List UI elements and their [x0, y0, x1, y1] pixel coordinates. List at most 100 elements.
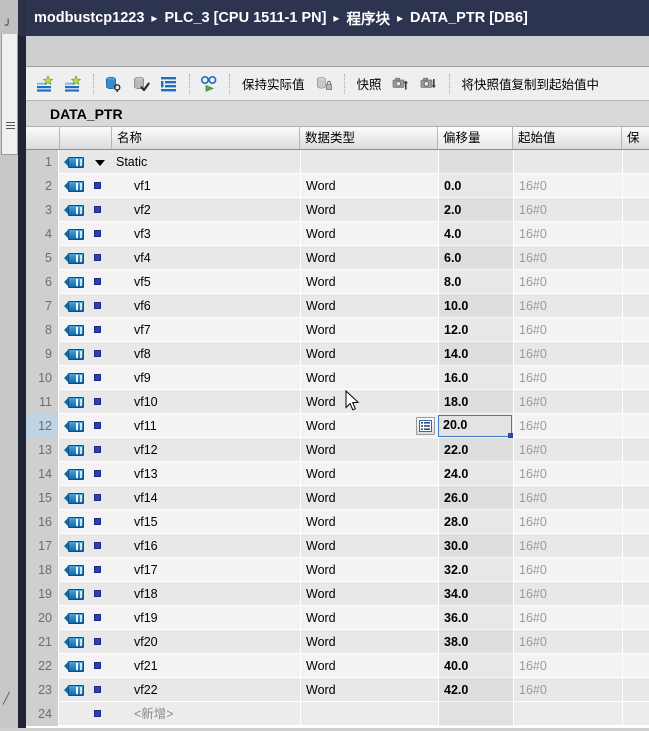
cell-startvalue[interactable]: 16#0 — [513, 534, 622, 558]
cell-offset[interactable]: 42.0 — [438, 678, 513, 702]
cell-name[interactable]: vf5 — [112, 270, 300, 294]
cell-retain[interactable] — [622, 678, 649, 702]
cell-offset[interactable]: 22.0 — [438, 438, 513, 462]
cell-datatype[interactable]: Word — [300, 654, 438, 678]
row-number[interactable]: 14 — [26, 462, 59, 486]
cell-retain[interactable] — [622, 414, 649, 438]
variable-table-body[interactable]: 1 Static 2 vf1 Word 0.0 16#0 3 vf2 Word 2.0 16#0 4 vf… — [26, 150, 649, 731]
download-to-device-button[interactable] — [100, 71, 126, 97]
cell-offset[interactable]: 10.0 — [438, 294, 513, 318]
cell-retain[interactable] — [622, 486, 649, 510]
cell-retain[interactable] — [622, 582, 649, 606]
snapshot-download-button[interactable] — [416, 71, 442, 97]
row-number[interactable]: 11 — [26, 390, 59, 414]
row-number[interactable]: 2 — [26, 174, 59, 198]
cell-offset[interactable]: 36.0 — [438, 606, 513, 630]
breadcrumb-item-db[interactable]: DATA_PTR [DB6] — [410, 10, 528, 26]
cell-offset[interactable]: 18.0 — [438, 390, 513, 414]
row-number[interactable]: 22 — [26, 654, 59, 678]
cell-offset[interactable]: 32.0 — [438, 558, 513, 582]
cell-startvalue[interactable]: 16#0 — [513, 678, 622, 702]
row-number[interactable]: 5 — [26, 246, 59, 270]
insert-row-below-button[interactable] — [60, 71, 86, 97]
table-row[interactable]: 12 vf11 Word 16#0 20.0 — [26, 414, 649, 438]
row-number[interactable]: 7 — [26, 294, 59, 318]
cell-name[interactable]: Static — [112, 150, 300, 174]
table-row[interactable]: 2 vf1 Word 0.0 16#0 — [26, 174, 649, 198]
cell-datatype[interactable]: Word — [300, 438, 438, 462]
cell-name[interactable]: vf20 — [112, 630, 300, 654]
cell-retain[interactable] — [622, 150, 649, 174]
row-number[interactable]: 3 — [26, 198, 59, 222]
cell-retain[interactable] — [622, 198, 649, 222]
cell-retain[interactable] — [622, 294, 649, 318]
cell-offset[interactable]: 38.0 — [438, 630, 513, 654]
cell-startvalue[interactable]: 16#0 — [513, 270, 622, 294]
cell-offset[interactable] — [438, 150, 513, 174]
column-header-name[interactable]: 名称 — [112, 127, 300, 149]
cell-startvalue[interactable]: 16#0 — [513, 222, 622, 246]
cell-startvalue[interactable]: 16#0 — [513, 606, 622, 630]
cell-offset[interactable]: 28.0 — [438, 510, 513, 534]
cell-retain[interactable] — [622, 174, 649, 198]
cell-offset[interactable]: 2.0 — [438, 198, 513, 222]
column-header-startvalue[interactable]: 起始值 — [513, 127, 622, 149]
monitor-all-button[interactable] — [196, 71, 222, 97]
row-number[interactable]: 21 — [26, 630, 59, 654]
row-number[interactable]: 12 — [26, 414, 59, 438]
row-number[interactable]: 9 — [26, 342, 59, 366]
cell-retain[interactable] — [622, 606, 649, 630]
cell-name[interactable]: vf11 — [112, 414, 300, 438]
column-header-retain[interactable]: 保 — [622, 127, 649, 149]
cell-name[interactable]: vf18 — [112, 582, 300, 606]
cell-startvalue[interactable]: 16#0 — [513, 510, 622, 534]
snapshot-upload-button[interactable] — [388, 71, 414, 97]
snapshot-label[interactable]: 快照 — [357, 74, 382, 93]
expand-all-button[interactable] — [156, 71, 182, 97]
cell-retain[interactable] — [622, 534, 649, 558]
table-row[interactable]: 10 vf9 Word 16.0 16#0 — [26, 366, 649, 390]
cell-retain[interactable] — [622, 270, 649, 294]
cell-offset[interactable]: 0.0 — [438, 174, 513, 198]
cell-startvalue[interactable]: 16#0 — [513, 174, 622, 198]
collapsed-panel-box[interactable] — [1, 34, 18, 155]
cell-datatype[interactable]: Word — [300, 198, 438, 222]
cell-retain[interactable] — [622, 318, 649, 342]
cell-startvalue[interactable]: 16#0 — [513, 366, 622, 390]
cell-name[interactable]: vf1 — [112, 174, 300, 198]
table-row[interactable]: 21 vf20 Word 38.0 16#0 — [26, 630, 649, 654]
row-number[interactable]: 8 — [26, 318, 59, 342]
cell-startvalue[interactable]: 16#0 — [513, 654, 622, 678]
cell-name[interactable]: vf4 — [112, 246, 300, 270]
column-header-offset[interactable]: 偏移量 — [438, 127, 513, 149]
cell-startvalue[interactable] — [513, 150, 622, 174]
cell-name[interactable]: vf7 — [112, 318, 300, 342]
copy-snapshot-to-start-label[interactable]: 将快照值复制到起始值中 — [462, 74, 600, 93]
table-row[interactable]: 3 vf2 Word 2.0 16#0 — [26, 198, 649, 222]
cell-name[interactable]: <新增> — [112, 702, 300, 726]
cell-name[interactable]: vf14 — [112, 486, 300, 510]
cell-retain[interactable] — [622, 654, 649, 678]
cell-datatype[interactable]: Word — [300, 366, 438, 390]
cell-retain[interactable] — [622, 222, 649, 246]
panel-resize-handle-icon[interactable]: ╱ — [3, 694, 14, 705]
cell-name[interactable]: vf22 — [112, 678, 300, 702]
cell-offset[interactable]: 14.0 — [438, 342, 513, 366]
cell-offset[interactable]: 26.0 — [438, 486, 513, 510]
cell-retain[interactable] — [622, 342, 649, 366]
cell-retain[interactable] — [622, 462, 649, 486]
expander-triangle-icon[interactable] — [88, 150, 112, 174]
cell-datatype[interactable]: Word — [300, 486, 438, 510]
cell-startvalue[interactable]: 16#0 — [513, 558, 622, 582]
table-row[interactable]: 22 vf21 Word 40.0 16#0 — [26, 654, 649, 678]
cell-retain[interactable] — [622, 510, 649, 534]
cell-startvalue[interactable]: 16#0 — [513, 438, 622, 462]
cell-name[interactable]: vf12 — [112, 438, 300, 462]
keep-actual-values-label[interactable]: 保持实际值 — [242, 74, 305, 93]
table-row[interactable]: 20 vf19 Word 36.0 16#0 — [26, 606, 649, 630]
cell-datatype[interactable]: Word — [300, 270, 438, 294]
cell-offset[interactable]: 24.0 — [438, 462, 513, 486]
lock-values-button[interactable] — [311, 71, 337, 97]
cell-retain[interactable] — [622, 558, 649, 582]
column-header-datatype[interactable]: 数据类型 — [300, 127, 438, 149]
